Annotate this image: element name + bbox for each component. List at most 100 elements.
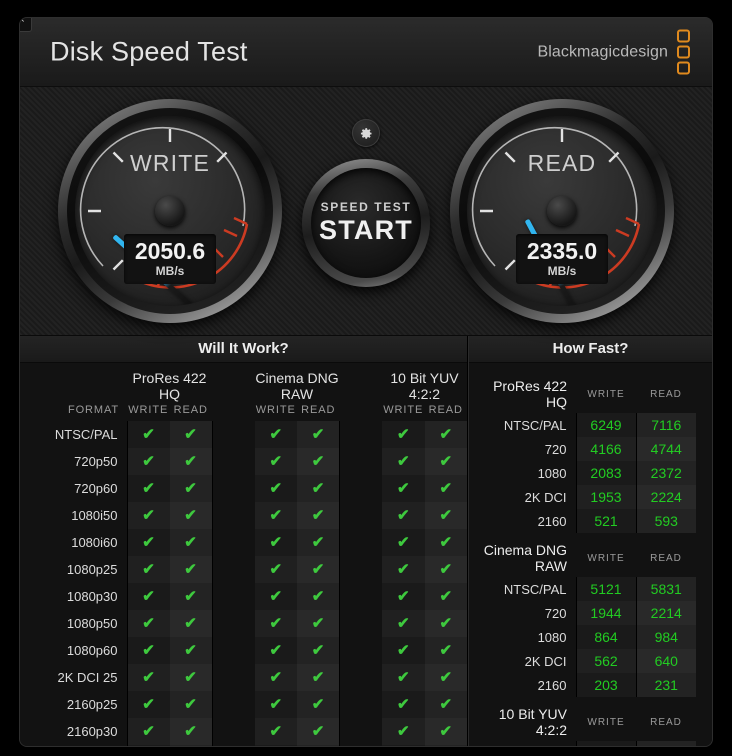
check-icon: ✔ xyxy=(396,507,410,524)
table-row: 720 4166 4744 xyxy=(477,437,696,461)
column-divider xyxy=(339,745,382,746)
resolution-label: 1080 xyxy=(477,461,577,485)
compatibility-cell: ✔ xyxy=(297,637,340,664)
read-speed-value: 2214 xyxy=(635,601,696,625)
compatibility-cell: ✔ xyxy=(382,610,425,637)
compatibility-cell: ✔ xyxy=(169,610,212,637)
column-divider xyxy=(339,502,382,529)
resolution-label: NTSC/PAL xyxy=(477,577,577,601)
check-icon: ✔ xyxy=(311,453,325,470)
write-speed-value: 864 xyxy=(576,625,636,649)
table-row: 2K DCI 1953 2224 xyxy=(477,485,696,509)
sub-header-write-0: WRITE xyxy=(128,404,169,416)
sub-header-write-1: WRITE xyxy=(255,404,296,416)
compatibility-cell: ✔ xyxy=(127,610,170,637)
resolution-label: 1080 xyxy=(477,625,577,649)
column-divider xyxy=(339,583,382,610)
check-icon: ✔ xyxy=(269,723,283,740)
check-icon: ✔ xyxy=(184,534,197,551)
check-icon: ✔ xyxy=(269,453,283,470)
table-row: 1080p50 ✔ ✔ ✔ ✔ ✔ ✔ xyxy=(20,610,467,637)
table-row: 2160p25 ✔ ✔ ✔ ✔ ✔ ✔ xyxy=(20,691,467,718)
check-icon: ✔ xyxy=(311,480,325,497)
section-name: ProRes 422 HQ xyxy=(493,378,567,410)
how-fast-sub-header: WRITE xyxy=(587,388,625,400)
check-icon: ✔ xyxy=(311,534,325,551)
compatibility-cell: ✔ xyxy=(424,718,467,745)
check-icon: ✔ xyxy=(142,534,155,551)
check-icon: ✔ xyxy=(439,480,453,497)
format-label: 720p50 xyxy=(20,448,128,475)
check-icon: ✔ xyxy=(439,615,453,632)
write-gauge-hub xyxy=(155,196,185,226)
compatibility-cell: ✔ xyxy=(254,475,297,502)
section-name: Cinema DNG RAW xyxy=(483,542,567,574)
check-icon: ✔ xyxy=(311,588,325,605)
compatibility-cell: ✔ xyxy=(424,610,467,637)
read-speed-value: 984 xyxy=(635,625,696,649)
table-row: 1080p30 ✔ ✔ ✔ ✔ ✔ ✔ xyxy=(20,583,467,610)
table-row: NTSC/PAL 5121 5831 xyxy=(477,577,696,601)
table-row: 1080 864 984 xyxy=(477,625,696,649)
compatibility-cell: ✔ xyxy=(297,421,340,448)
how-fast-section-header: 10 Bit YUV 4:2:2 WRITE READ xyxy=(477,697,696,741)
check-icon: ✔ xyxy=(311,561,325,578)
results-panels: Will It Work? ProRes 422 HQ Cinema DNG R… xyxy=(20,336,712,746)
sub-header-read-2: READ xyxy=(428,404,463,416)
table-row: 1080 2083 2372 xyxy=(477,461,696,485)
compatibility-cell: ✔ xyxy=(127,745,170,746)
resolution-label: 720 xyxy=(477,437,577,461)
check-icon: ✔ xyxy=(142,588,155,605)
compatibility-cell: ✔ xyxy=(382,745,425,746)
check-icon: ✔ xyxy=(184,615,197,632)
write-readout: 2050.6 MB/s xyxy=(124,233,216,284)
compatibility-cell: ✔ xyxy=(424,583,467,610)
check-icon: ✔ xyxy=(142,615,155,632)
how-fast-body: ProRes 422 HQ WRITE READ NTSC/PAL 6249 7116 72… xyxy=(469,363,712,746)
compatibility-cell: ✔ xyxy=(169,502,212,529)
read-readout: 2335.0 MB/s xyxy=(516,233,608,284)
how-fast-section-header: Cinema DNG RAW WRITE READ xyxy=(477,533,696,577)
check-icon: ✔ xyxy=(184,588,197,605)
how-fast-sub-header: READ xyxy=(650,552,682,564)
compatibility-cell: ✔ xyxy=(382,637,425,664)
compatibility-cell: ✔ xyxy=(254,421,297,448)
table-row: 2160p50✔✔✔✔✔✔ xyxy=(20,745,467,746)
speed-test-start-button[interactable]: SPEED TEST START xyxy=(302,159,430,287)
column-divider xyxy=(339,475,382,502)
check-icon: ✔ xyxy=(142,669,155,686)
compatibility-cell: ✔ xyxy=(297,691,340,718)
gear-icon xyxy=(360,127,371,139)
compatibility-cell: ✔ xyxy=(297,529,340,556)
write-speed-value: 1944 xyxy=(576,601,636,625)
how-fast-table: ProRes 422 HQ WRITE READ NTSC/PAL 6249 7116 72… xyxy=(477,369,696,746)
start-button-top-label: SPEED TEST xyxy=(320,200,412,214)
compatibility-cell: ✔ xyxy=(297,610,340,637)
read-gauge-label: READ xyxy=(527,150,597,176)
column-divider xyxy=(339,637,382,664)
how-fast-sub-header: READ xyxy=(650,716,682,728)
blackmagic-squares-icon xyxy=(677,29,690,75)
column-divider xyxy=(339,421,382,448)
close-button[interactable]: × xyxy=(20,18,32,32)
check-icon: ✔ xyxy=(396,453,410,470)
check-icon: ✔ xyxy=(269,642,283,659)
column-divider xyxy=(339,664,382,691)
format-label: 1080p25 xyxy=(20,556,128,583)
column-divider xyxy=(211,691,255,718)
how-fast-sub-header: READ xyxy=(650,388,682,400)
settings-button[interactable] xyxy=(352,119,380,147)
compatibility-cell: ✔ xyxy=(424,664,467,691)
compatibility-cell: ✔ xyxy=(127,502,170,529)
check-icon: ✔ xyxy=(439,588,453,605)
format-label: NTSC/PAL xyxy=(20,421,128,448)
check-icon: ✔ xyxy=(439,507,453,524)
section-name: 10 Bit YUV 4:2:2 xyxy=(498,706,567,738)
check-icon: ✔ xyxy=(142,561,155,578)
check-icon: ✔ xyxy=(439,669,453,686)
compatibility-cell: ✔ xyxy=(382,691,425,718)
compatibility-cell: ✔ xyxy=(382,475,425,502)
check-icon: ✔ xyxy=(269,588,283,605)
check-icon: ✔ xyxy=(269,615,283,632)
read-speed-value: 593 xyxy=(635,509,696,533)
